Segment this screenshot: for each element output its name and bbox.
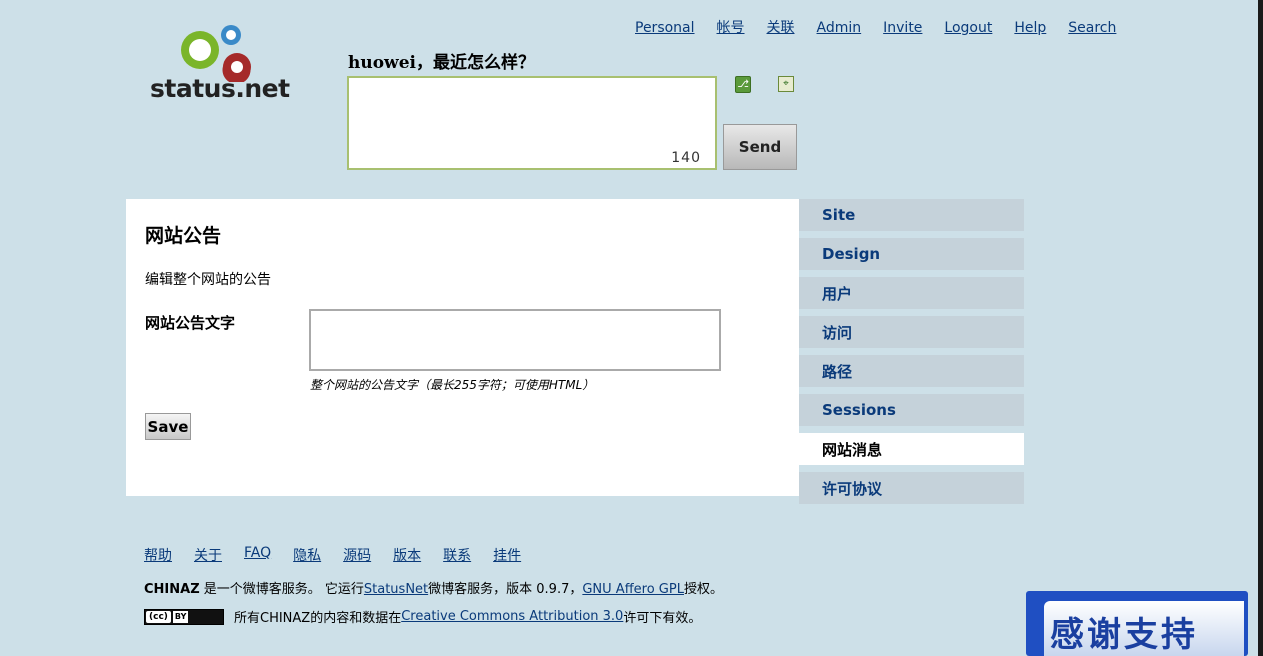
footer-version[interactable]: 版本 bbox=[393, 545, 421, 565]
nav-search[interactable]: Search bbox=[1068, 18, 1116, 38]
footer-faq[interactable]: FAQ bbox=[244, 545, 271, 565]
footer-about[interactable]: 关于 bbox=[194, 545, 222, 565]
about-post: 授权。 bbox=[683, 582, 723, 597]
footer-license: (cc) BY 所有CHINAZ的内容和数据在 Creative Commons … bbox=[144, 607, 701, 626]
cc-license-link[interactable]: Creative Commons Attribution 3.0 bbox=[401, 609, 623, 624]
site-logo[interactable]: status.net bbox=[148, 22, 293, 104]
nav-admin[interactable]: Admin bbox=[817, 18, 862, 38]
thanks-banner-text: 感谢支持 bbox=[1050, 615, 1198, 655]
footer-about-text: CHINAZ 是一个微博客服务。 它运行StatusNet微博客服务，版本 0.… bbox=[144, 578, 723, 597]
window-edge bbox=[1258, 0, 1263, 656]
nav-personal[interactable]: Personal bbox=[635, 18, 695, 38]
admin-nav-user[interactable]: 用户 bbox=[799, 277, 1024, 309]
footer-badge[interactable]: 挂件 bbox=[493, 545, 521, 565]
admin-nav-sessions[interactable]: Sessions bbox=[799, 394, 1024, 426]
footer-contact[interactable]: 联系 bbox=[443, 545, 471, 565]
nav-account[interactable]: 帐号 bbox=[717, 18, 745, 38]
notice-text-hint: 整个网站的公告文字（最长255字符；可使用HTML） bbox=[310, 378, 595, 392]
thanks-banner[interactable]: 感谢支持 bbox=[1026, 591, 1248, 656]
admin-nav-license[interactable]: 许可协议 bbox=[799, 472, 1024, 504]
location-pin-icon[interactable]: ⌖ bbox=[778, 76, 794, 92]
logo-pins-icon bbox=[181, 25, 251, 82]
about-mid: 微博客服务，版本 0.9.7， bbox=[428, 582, 583, 597]
page-title: 网站公告 bbox=[145, 225, 222, 247]
nav-logout[interactable]: Logout bbox=[944, 18, 992, 38]
cc-license-badge-icon[interactable]: (cc) BY bbox=[144, 608, 224, 625]
nav-help[interactable]: Help bbox=[1014, 18, 1046, 38]
save-button[interactable]: Save bbox=[145, 413, 191, 440]
nav-connect[interactable]: 关联 bbox=[767, 18, 795, 38]
footer-links: 帮助 关于 FAQ 隐私 源码 版本 联系 挂件 bbox=[144, 545, 543, 565]
admin-nav-sitenotice[interactable]: 网站消息 bbox=[799, 433, 1024, 465]
footer-privacy[interactable]: 隐私 bbox=[293, 545, 321, 565]
footer-source[interactable]: 源码 bbox=[343, 545, 371, 565]
notice-textarea[interactable]: 140 bbox=[347, 76, 717, 170]
admin-nav-access[interactable]: 访问 bbox=[799, 316, 1024, 348]
admin-nav: Site Design 用户 访问 路径 Sessions 网站消息 许可协议 bbox=[799, 199, 1024, 511]
license-pre: 所有CHINAZ的内容和数据在 bbox=[234, 611, 402, 626]
notice-text-label: 网站公告文字 bbox=[145, 314, 236, 332]
character-counter: 140 bbox=[671, 150, 701, 166]
thanks-banner-inner: 感谢支持 bbox=[1044, 601, 1244, 656]
admin-nav-paths[interactable]: 路径 bbox=[799, 355, 1024, 387]
site-notice-textarea[interactable] bbox=[309, 309, 721, 371]
admin-nav-site[interactable]: Site bbox=[799, 199, 1024, 231]
top-nav: Personal 帐号 关联 Admin Invite Logout Help … bbox=[635, 18, 1138, 38]
about-pre: 是一个微博客服务。 它运行 bbox=[199, 582, 364, 597]
footer-help[interactable]: 帮助 bbox=[144, 545, 172, 565]
admin-nav-design[interactable]: Design bbox=[799, 238, 1024, 270]
logo-text: status.net bbox=[150, 74, 290, 103]
page-instructions: 编辑整个网站的公告 bbox=[145, 272, 271, 288]
send-button[interactable]: Send bbox=[723, 124, 797, 170]
license-post: 许可下有效。 bbox=[623, 611, 702, 626]
content-panel: 网站公告 编辑整个网站的公告 网站公告文字 整个网站的公告文字（最长255字符；… bbox=[126, 199, 799, 496]
gpl-link[interactable]: GNU Affero GPL bbox=[582, 582, 684, 597]
attach-icon[interactable]: ⎇ bbox=[735, 76, 751, 93]
site-name: CHINAZ bbox=[144, 582, 200, 597]
statusnet-link[interactable]: StatusNet bbox=[364, 582, 428, 597]
cc-badge-cc: (cc) bbox=[146, 610, 171, 623]
nav-invite[interactable]: Invite bbox=[883, 18, 922, 38]
notice-greeting: huowei，最近怎么样？ bbox=[348, 53, 535, 73]
cc-badge-by: BY bbox=[172, 610, 189, 623]
